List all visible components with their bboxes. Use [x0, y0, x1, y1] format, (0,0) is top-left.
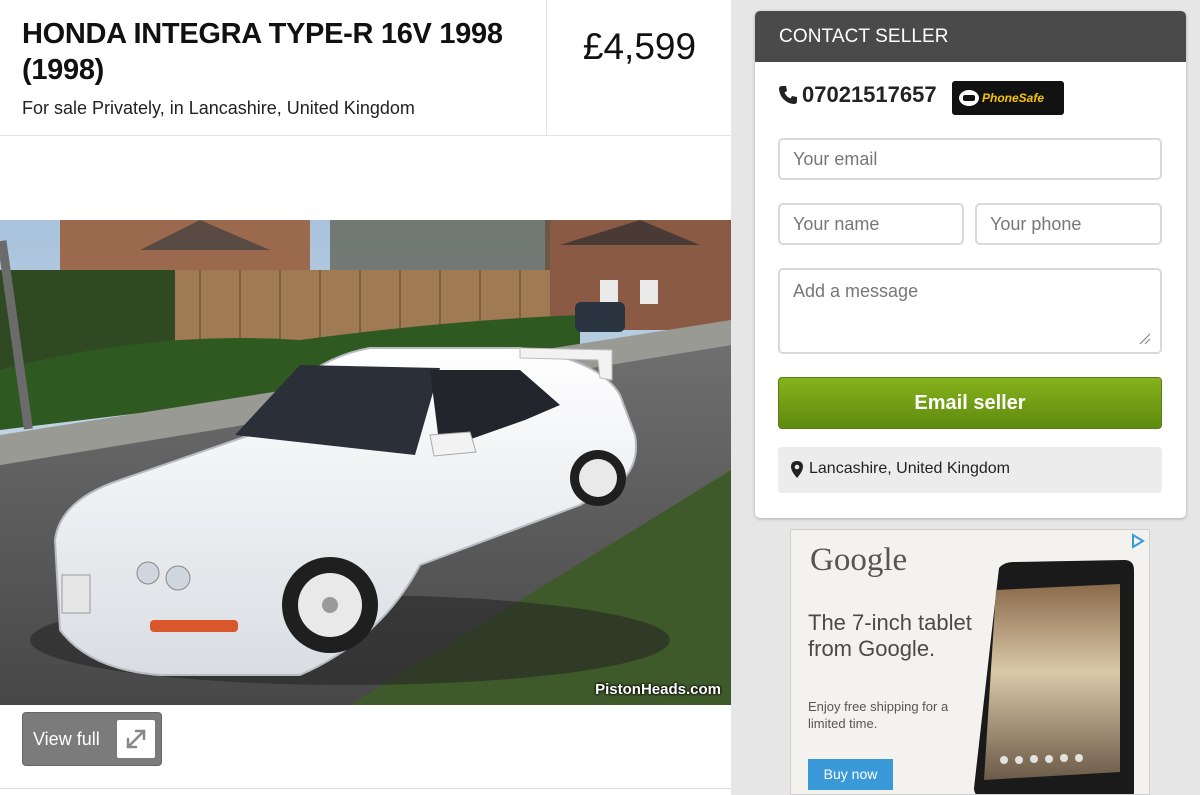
seller-location: Lancashire, United Kingdom — [778, 447, 1162, 493]
listing-subtitle: For sale Privately, in Lancashire, Unite… — [22, 98, 415, 118]
car-photo-image — [0, 220, 731, 705]
view-full-button[interactable]: View full — [22, 712, 162, 766]
name-field[interactable] — [778, 203, 964, 245]
listing-title: HONDA INTEGRA TYPE-R 16V 1998 (1998) — [22, 18, 503, 86]
contact-seller-card: CONTACT SELLER 07021517657 PhoneSafe Ema… — [755, 11, 1186, 518]
listing-header: HONDA INTEGRA TYPE-R 16V 1998 (1998) For… — [0, 0, 731, 136]
car-photo[interactable]: PistonHeads.com — [0, 220, 731, 705]
phonesafe-badge: PhoneSafe — [952, 81, 1064, 115]
email-field[interactable] — [778, 138, 1162, 180]
listing-panel: HONDA INTEGRA TYPE-R 16V 1998 (1998) For… — [0, 0, 731, 795]
phonesafe-label: PhoneSafe — [982, 91, 1045, 105]
adchoices-icon[interactable] — [1129, 533, 1145, 549]
email-seller-button[interactable]: Email seller — [778, 377, 1162, 429]
phonesafe-logo-icon — [958, 89, 980, 107]
ad-body: Enjoy free shipping for a limited time. — [808, 699, 949, 731]
tablet-image — [974, 560, 1134, 794]
contact-header: CONTACT SELLER — [755, 11, 1186, 62]
resize-grip-icon[interactable] — [1137, 331, 1151, 345]
listing-price: £4,599 — [582, 26, 697, 67]
view-full-label: View full — [33, 729, 100, 749]
map-pin-icon — [791, 461, 803, 478]
location-text: Lancashire, United Kingdom — [809, 460, 1011, 477]
ad-buy-now-button[interactable]: Buy now — [808, 759, 893, 790]
price-box: £4,599 — [546, 0, 731, 136]
expand-icon — [117, 720, 155, 758]
advertisement[interactable]: Google The 7-inch tablet from Google. En… — [790, 529, 1150, 795]
divider — [0, 788, 731, 789]
ad-headline: The 7-inch tablet from Google. — [808, 610, 972, 661]
ad-brand: Google — [810, 542, 908, 578]
message-field[interactable] — [778, 268, 1162, 354]
phone-field[interactable] — [975, 203, 1162, 245]
phone-number[interactable]: 07021517657 — [802, 82, 937, 108]
photo-watermark: PistonHeads.com — [595, 681, 721, 698]
phone-icon — [777, 84, 799, 106]
